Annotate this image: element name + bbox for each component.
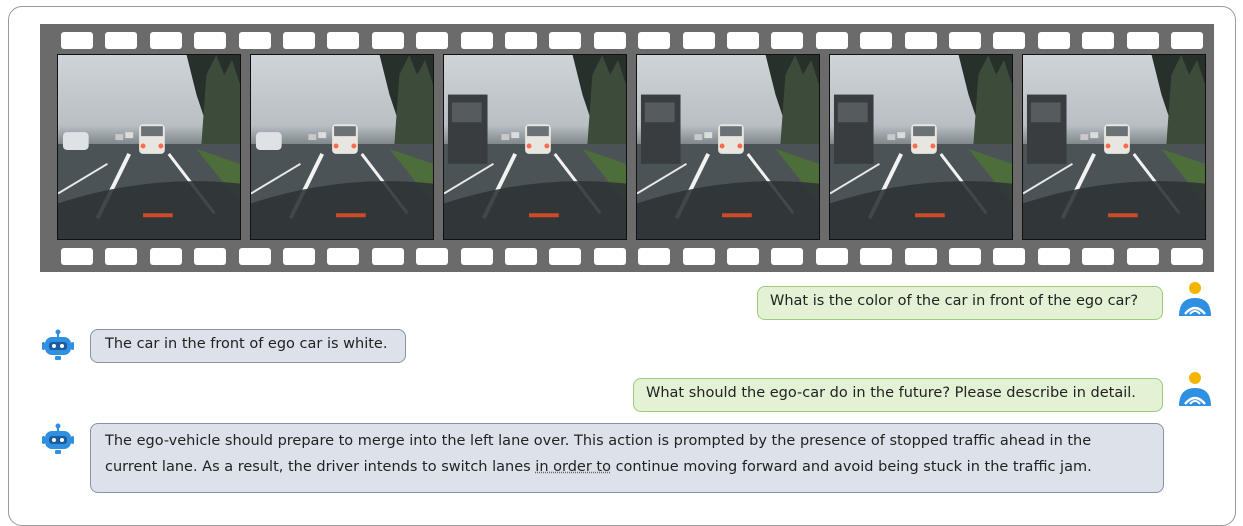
film-hole xyxy=(682,248,715,265)
video-frame xyxy=(1022,54,1206,240)
film-hole xyxy=(993,248,1026,265)
film-hole xyxy=(1126,32,1159,49)
film-hole xyxy=(815,248,848,265)
film-hole xyxy=(505,248,537,265)
film-hole xyxy=(1171,32,1203,49)
film-hole xyxy=(238,248,271,265)
film-hole xyxy=(1126,248,1159,265)
film-hole xyxy=(1171,248,1203,265)
film-hole xyxy=(1037,248,1070,265)
video-frames xyxy=(57,54,1206,242)
bot-message-2: The ego-vehicle should prepare to merge … xyxy=(90,423,1164,493)
film-hole xyxy=(283,248,315,265)
user-avatar-icon xyxy=(1176,280,1214,324)
filmstrip xyxy=(40,24,1214,272)
robot-icon xyxy=(38,422,78,462)
film-holes-top xyxy=(40,32,1214,52)
film-hole xyxy=(283,32,315,49)
film-hole xyxy=(1082,32,1115,49)
film-hole xyxy=(194,248,227,265)
user-message-2-text: What should the ego-car do in the future… xyxy=(646,385,1136,401)
film-hole xyxy=(549,32,582,49)
film-hole xyxy=(371,32,404,49)
film-hole xyxy=(593,248,626,265)
bot-message-2-line-2: current lane. As a result, the driver in… xyxy=(105,454,1149,480)
film-hole xyxy=(949,248,981,265)
video-frame xyxy=(829,54,1013,240)
film-hole xyxy=(61,248,93,265)
bot-message-2-text-part: continue moving forward and avoid being … xyxy=(610,459,1092,475)
robot-icon xyxy=(38,328,78,368)
film-hole xyxy=(638,248,671,265)
film-hole xyxy=(1037,32,1070,49)
bot-message-2-line-1: The ego-vehicle should prepare to merge … xyxy=(105,433,1092,449)
film-hole xyxy=(105,248,138,265)
film-hole xyxy=(416,248,449,265)
film-hole xyxy=(904,248,937,265)
film-hole xyxy=(993,32,1026,49)
film-hole xyxy=(505,32,537,49)
film-hole xyxy=(61,32,93,49)
film-hole xyxy=(727,248,759,265)
film-hole xyxy=(105,32,138,49)
film-hole xyxy=(860,248,893,265)
user-message-2: What should the ego-car do in the future… xyxy=(633,378,1163,412)
user-message-1: What is the color of the car in front of… xyxy=(757,286,1163,320)
user-message-1-text: What is the color of the car in front of… xyxy=(770,293,1139,309)
film-hole xyxy=(327,248,360,265)
video-frame xyxy=(57,54,241,240)
user-avatar-icon xyxy=(1176,370,1214,414)
film-hole xyxy=(727,32,759,49)
film-hole xyxy=(416,32,449,49)
film-hole xyxy=(593,32,626,49)
film-hole xyxy=(460,248,493,265)
video-frame xyxy=(636,54,820,240)
bot-message-2-underlined: in order to xyxy=(535,459,611,475)
bot-message-1-text: The car in the front of ego car is white… xyxy=(105,336,388,352)
film-hole xyxy=(860,32,893,49)
film-hole xyxy=(460,32,493,49)
film-hole xyxy=(1082,248,1115,265)
film-hole xyxy=(327,32,360,49)
film-hole xyxy=(194,32,227,49)
film-hole xyxy=(949,32,981,49)
film-hole xyxy=(371,248,404,265)
film-hole xyxy=(638,32,671,49)
film-hole xyxy=(149,248,182,265)
film-hole xyxy=(771,248,804,265)
film-hole xyxy=(149,32,182,49)
film-hole xyxy=(815,32,848,49)
film-hole xyxy=(904,32,937,49)
video-frame xyxy=(250,54,434,240)
film-hole xyxy=(549,248,582,265)
bot-message-1: The car in the front of ego car is white… xyxy=(90,329,406,363)
film-hole xyxy=(682,32,715,49)
film-hole xyxy=(238,32,271,49)
film-holes-bottom xyxy=(40,248,1214,268)
film-hole xyxy=(771,32,804,49)
video-frame xyxy=(443,54,627,240)
bot-message-2-text-part: current lane. As a result, the driver in… xyxy=(105,459,536,475)
